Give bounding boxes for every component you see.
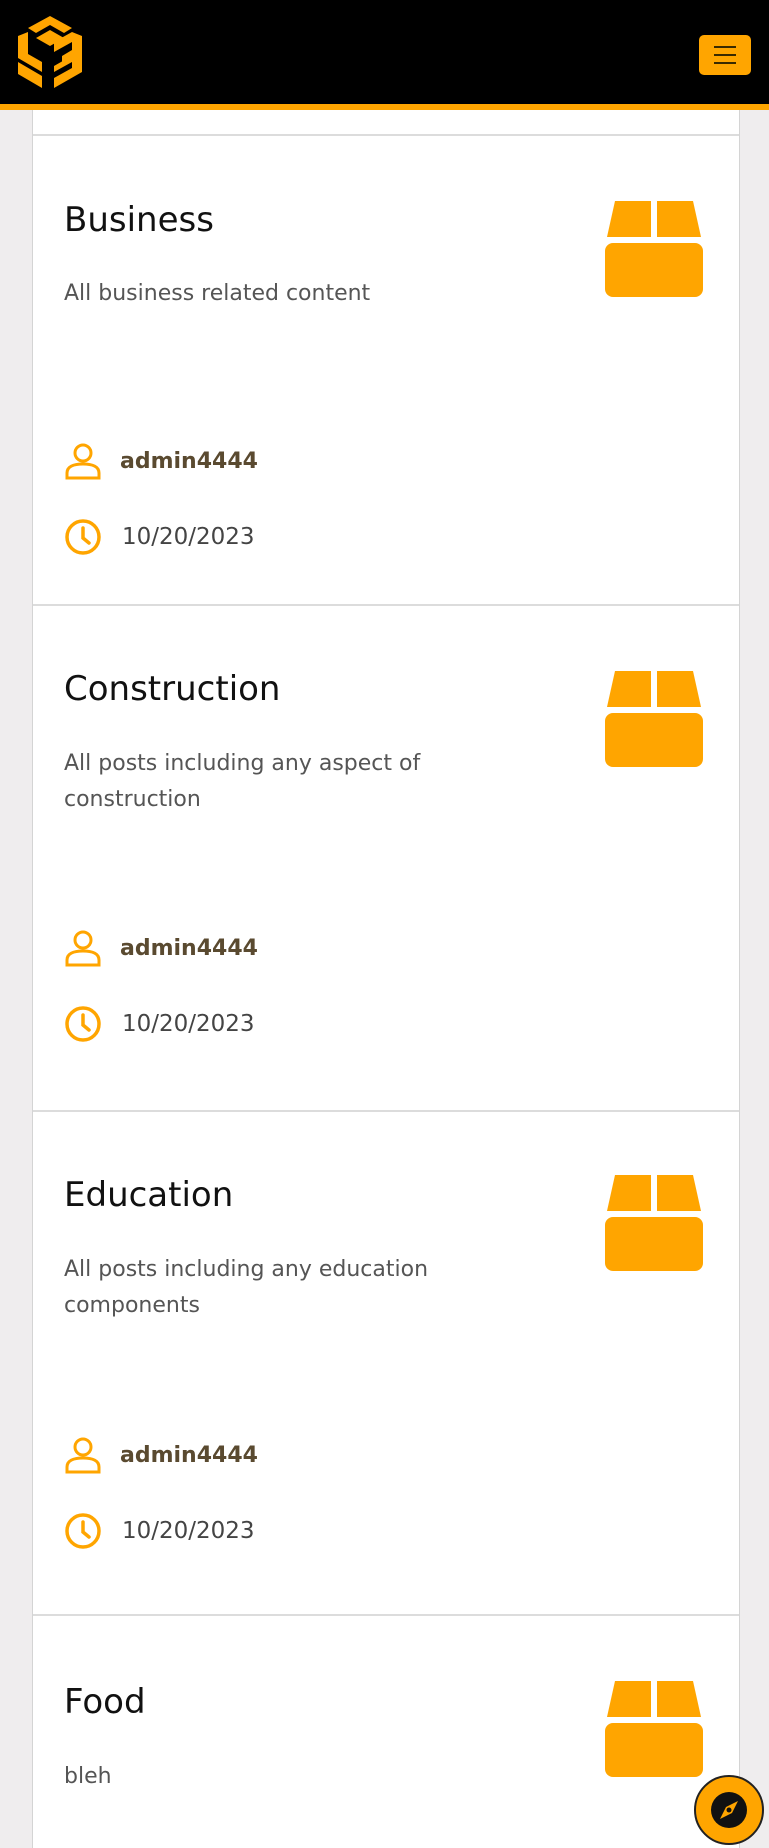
category-card[interactable]: Construction All posts including any asp… bbox=[33, 606, 739, 1112]
box-icon bbox=[605, 201, 703, 297]
explore-fab-button[interactable] bbox=[694, 1775, 764, 1845]
post-date: 10/20/2023 bbox=[122, 1518, 255, 1544]
site-header bbox=[0, 0, 769, 110]
category-card[interactable]: Education All posts including any educat… bbox=[33, 1112, 739, 1616]
category-title[interactable]: Food bbox=[64, 1682, 146, 1722]
hamburger-menu-button[interactable] bbox=[699, 35, 751, 75]
hamburger-line bbox=[714, 62, 736, 64]
category-title[interactable]: Construction bbox=[64, 669, 280, 709]
author-name[interactable]: admin4444 bbox=[120, 449, 258, 474]
category-card[interactable]: Food bleh bbox=[33, 1616, 739, 1848]
category-description: All posts including any education compon… bbox=[64, 1257, 429, 1318]
author-row: admin4444 bbox=[64, 442, 258, 480]
box-icon bbox=[605, 1175, 703, 1271]
user-icon bbox=[65, 930, 101, 967]
category-description: bleh bbox=[64, 1764, 112, 1789]
box-icon bbox=[605, 1681, 703, 1777]
box-icon bbox=[605, 671, 703, 767]
user-icon bbox=[65, 443, 101, 480]
author-row: admin4444 bbox=[64, 1436, 258, 1474]
logo-icon[interactable] bbox=[14, 14, 86, 92]
hamburger-line bbox=[714, 54, 736, 56]
category-card[interactable]: Business All business related content ad… bbox=[33, 136, 739, 606]
date-row: 10/20/2023 bbox=[64, 1005, 255, 1043]
author-name[interactable]: admin4444 bbox=[120, 936, 258, 961]
category-description: All business related content bbox=[64, 281, 371, 306]
category-title[interactable]: Education bbox=[64, 1175, 233, 1215]
clock-icon bbox=[65, 1513, 101, 1549]
category-description: All posts including any aspect of constr… bbox=[64, 751, 421, 812]
date-row: 10/20/2023 bbox=[64, 518, 255, 556]
author-row: admin4444 bbox=[64, 929, 258, 967]
author-name[interactable]: admin4444 bbox=[120, 1443, 258, 1468]
compass-icon bbox=[711, 1792, 747, 1828]
post-date: 10/20/2023 bbox=[122, 1011, 255, 1037]
category-list: Business All business related content ad… bbox=[32, 110, 740, 1848]
user-icon bbox=[65, 1437, 101, 1474]
date-row: 10/20/2023 bbox=[64, 1512, 255, 1550]
category-title[interactable]: Business bbox=[64, 200, 214, 240]
hamburger-line bbox=[714, 46, 736, 48]
clock-icon bbox=[65, 1006, 101, 1042]
clock-icon bbox=[65, 519, 101, 555]
post-date: 10/20/2023 bbox=[122, 524, 255, 550]
